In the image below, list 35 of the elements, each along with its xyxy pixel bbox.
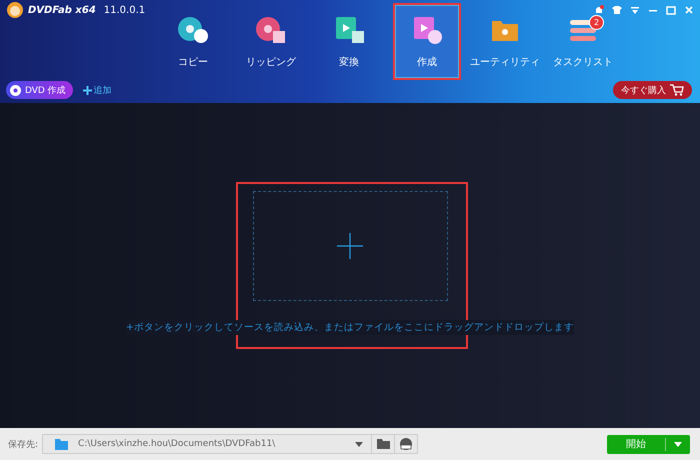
close-icon[interactable] [684,5,694,15]
tab[interactable]: 2 タスクリスト [544,3,622,80]
plus-icon [337,233,363,259]
app-logo-text: DVDFab x64 [28,4,96,16]
cart-icon [670,84,684,96]
folder-icon [55,438,68,450]
browse-folder-button[interactable] [371,434,396,454]
count-badge: 2 [589,15,604,30]
tab[interactable]: ユーティリティ [466,3,544,80]
folder-icon [376,439,390,449]
dropdown-icon[interactable] [630,5,640,15]
tab[interactable]: コピー [154,3,232,80]
disc-icon [10,84,21,96]
disc-icon [254,14,288,44]
plus-icon [82,86,92,94]
tab[interactable]: 変換 [310,3,388,80]
app-version: 11.0.0.1 [104,4,146,16]
buy-now-button[interactable]: 今すぐ購入 [613,81,692,99]
dvd-create-button[interactable]: DVD 作成 [6,81,73,99]
save-path-field[interactable]: C:\Users\xinzhe.hou\Documents\DVDFab11\ [42,434,372,454]
tab[interactable]: リッピング [232,3,310,80]
drop-hint-text: +ボタンをクリックしてソースを読み込み、またはファイルをここにドラッグアンドドロップします [126,320,574,335]
maximize-icon[interactable] [666,5,676,15]
disc-icon [176,14,210,44]
disc-icon [399,437,414,451]
logo-icon [6,1,24,19]
shirt-icon[interactable] [612,5,622,15]
caret-icon [355,442,364,446]
add-button[interactable]: 追加 [82,84,112,96]
iso-button[interactable] [394,434,418,454]
save-to-label: 保存先: [8,438,38,450]
tab[interactable]: 作成 [393,3,461,80]
bell-icon[interactable] [594,5,604,15]
start-button[interactable]: 開始 [607,434,690,454]
caret-icon [674,442,682,446]
